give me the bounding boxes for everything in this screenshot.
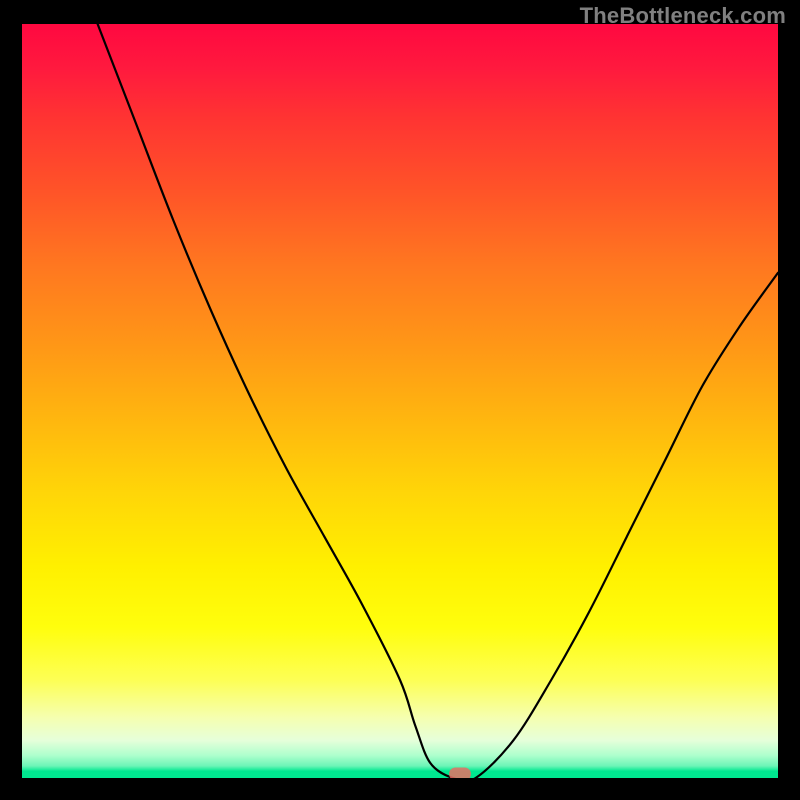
watermark-text: TheBottleneck.com [580, 3, 786, 29]
plot-area [22, 24, 778, 778]
bottleneck-curve [22, 24, 778, 778]
chart-container: TheBottleneck.com [0, 0, 800, 800]
optimal-marker [449, 768, 471, 779]
